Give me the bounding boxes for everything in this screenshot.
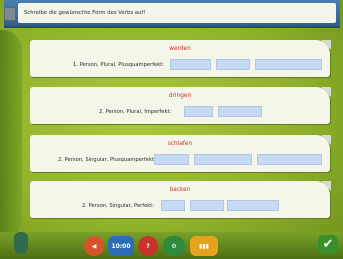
exercise-card-3: schlafen 2. Person, Singular, Plusquampe… (30, 135, 331, 172)
exercise-card-4: backen 2. Person, Singular, Perfekt: (30, 181, 331, 218)
clip-icon (4, 7, 16, 21)
help-icon[interactable]: ? (138, 236, 158, 256)
settings-icon[interactable]: ⚙ (163, 236, 185, 256)
clock-icon[interactable]: 10:00 (108, 236, 134, 256)
verb-label: dringen (168, 93, 192, 99)
check-icon[interactable]: ✔ (318, 235, 338, 254)
decorative-leaf (0, 30, 22, 240)
header-bar: Schreibe die gewünschte Form des Verbs a… (4, 0, 340, 28)
verb-label: schlafen (167, 141, 193, 147)
answer-box[interactable] (161, 200, 185, 211)
flask-icon[interactable] (14, 232, 28, 254)
exercise-card-1: werden 1. Person, Plural, Plusquamperfek… (30, 40, 331, 77)
exercise-card-2: dringen 2. Person, Plural, Imperfekt: (30, 87, 331, 124)
back-arrow-icon[interactable]: ◀ (84, 236, 104, 256)
answer-box[interactable] (227, 200, 279, 211)
answer-box[interactable] (184, 106, 213, 117)
prompt-label: 2. Person, Plural, Imperfekt: (99, 109, 172, 115)
answer-box[interactable] (194, 154, 252, 165)
answer-box[interactable] (216, 59, 250, 70)
verb-label: werden (169, 46, 191, 52)
prompt-label: 2. Person, Singular, Plusquamperfekt: (58, 157, 156, 163)
verb-label: backen (169, 187, 191, 193)
answer-box[interactable] (154, 154, 189, 165)
prompt-label: 2. Person, Singular, Perfekt: (82, 203, 155, 209)
prompt-label: 1. Person, Plural, Plusquamperfekt: (73, 62, 165, 68)
answer-box[interactable] (255, 59, 322, 70)
answer-box[interactable] (218, 106, 262, 117)
answer-box[interactable] (257, 154, 322, 165)
clock-text: 10:00 (111, 242, 131, 250)
answer-box[interactable] (190, 200, 224, 211)
instruction-text: Schreibe die gewünschte Form des Verbs a… (18, 3, 336, 23)
answer-box[interactable] (170, 59, 211, 70)
stats-icon[interactable]: ▮▮▮ (190, 236, 218, 256)
